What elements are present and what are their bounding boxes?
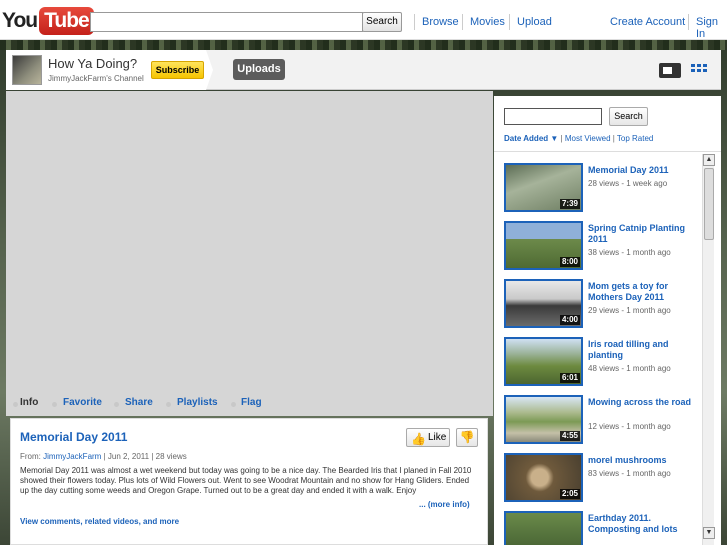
channel-search-input[interactable]	[504, 108, 602, 125]
video-player[interactable]	[6, 91, 493, 394]
video-tabs: Info Favorite Share Playlists Flag	[6, 394, 493, 416]
scrollbar[interactable]: ▲ ▼	[702, 154, 715, 545]
duration-badge: 8:00	[559, 257, 580, 267]
list-item[interactable]: 4:55 Mowing across the road 12 views - 1…	[504, 395, 699, 447]
masthead: You Tube Search Browse Movies Upload Cre…	[0, 0, 727, 40]
video-title-link[interactable]: Earthday 2011. Composting and lots	[588, 513, 698, 535]
list-item[interactable]: 8:00 Spring Catnip Planting 2011 38 view…	[504, 221, 699, 273]
nav-divider	[688, 14, 689, 30]
flag-tab-icon	[231, 402, 236, 407]
scroll-down-arrow-icon[interactable]: ▼	[703, 527, 715, 539]
player-view-icon[interactable]	[659, 63, 681, 78]
channel-subtitle: JimmyJackFarm's Channel	[48, 74, 144, 83]
channel-header: How Ya Doing? JimmyJackFarm's Channel Su…	[6, 50, 721, 90]
list-item[interactable]: 2:05 morel mushrooms 83 views - 1 month …	[504, 453, 699, 505]
duration-badge: 6:01	[559, 373, 580, 383]
thumbs-down-icon: 👎	[459, 430, 475, 444]
video-thumbnail[interactable]: 4:00	[504, 279, 583, 328]
video-thumbnail[interactable]: 2:05	[504, 453, 583, 502]
like-button[interactable]: 👍 Like	[406, 428, 450, 447]
uploads-button[interactable]: Uploads	[233, 59, 285, 80]
video-meta: 12 views - 1 month ago	[588, 422, 671, 431]
list-item[interactable]: 4:00 Mom gets a toy for Mothers Day 2011…	[504, 279, 699, 331]
tab-flag[interactable]: Flag	[241, 397, 262, 408]
nav-divider	[414, 14, 415, 30]
playlists-tab-icon	[166, 402, 171, 407]
search-input[interactable]	[90, 12, 363, 32]
sort-options: Date Added ▼ | Most Viewed | Top Rated	[504, 134, 654, 143]
video-description: Memorial Day 2011 was almost a wet weeke…	[20, 466, 472, 495]
list-item[interactable]: 7:39 Memorial Day 2011 28 views - 1 week…	[504, 163, 699, 215]
video-thumbnail[interactable]: 7:39	[504, 163, 583, 212]
dislike-button[interactable]: 👎	[456, 428, 478, 447]
tab-playlists[interactable]: Playlists	[177, 397, 218, 408]
nav-movies[interactable]: Movies	[470, 16, 505, 28]
uploader-link[interactable]: JimmyJackFarm	[43, 452, 101, 461]
duration-badge: 2:05	[559, 489, 580, 499]
channel-search-button[interactable]: Search	[609, 107, 648, 126]
video-thumbnail[interactable]: 4:55	[504, 395, 583, 444]
video-title-link[interactable]: Mom gets a toy for Mothers Day 2011	[588, 281, 698, 303]
nav-upload[interactable]: Upload	[517, 16, 552, 28]
chevron-down-icon[interactable]: ▼	[550, 134, 558, 143]
duration-badge: 4:55	[559, 431, 580, 441]
sort-most-viewed[interactable]: Most Viewed	[565, 134, 611, 143]
video-title-link[interactable]: morel mushrooms	[588, 455, 698, 466]
thumbs-up-icon: 👍	[411, 432, 426, 446]
logo-tube: Tube	[39, 7, 94, 35]
nav-divider	[509, 14, 510, 30]
favorite-tab-icon	[52, 402, 57, 407]
video-info-panel: Memorial Day 2011 👍 Like 👎 From: JimmyJa…	[10, 418, 488, 545]
tab-share[interactable]: Share	[125, 397, 153, 408]
info-tab-icon	[13, 402, 18, 407]
video-meta: 29 views - 1 month ago	[588, 306, 671, 315]
create-account-link[interactable]: Create Account	[610, 16, 685, 28]
video-title-link[interactable]: Spring Catnip Planting 2011	[588, 223, 698, 245]
divider	[494, 151, 721, 152]
tab-favorite[interactable]: Favorite	[63, 397, 102, 408]
video-title: Memorial Day 2011	[20, 430, 128, 444]
channel-title[interactable]: How Ya Doing?	[48, 56, 137, 71]
sort-top-rated[interactable]: Top Rated	[617, 134, 653, 143]
view-comments-link[interactable]: View comments, related videos, and more	[20, 517, 179, 526]
video-thumbnail[interactable]: 8:00	[504, 221, 583, 270]
tab-info[interactable]: Info	[20, 397, 38, 408]
uploads-sidebar: Search Date Added ▼ | Most Viewed | Top …	[494, 96, 721, 545]
youtube-logo[interactable]: You Tube	[2, 6, 94, 36]
list-item[interactable]: Earthday 2011. Composting and lots	[504, 511, 699, 545]
sort-date-added[interactable]: Date Added	[504, 134, 548, 143]
search-button[interactable]: Search	[362, 12, 402, 32]
video-title-link[interactable]: Mowing across the road	[588, 397, 698, 408]
subscribe-button[interactable]: Subscribe	[151, 61, 204, 79]
video-thumbnail[interactable]	[504, 511, 583, 545]
video-list: 7:39 Memorial Day 2011 28 views - 1 week…	[494, 154, 699, 545]
video-meta: 83 views - 1 month ago	[588, 469, 671, 478]
scroll-up-arrow-icon[interactable]: ▲	[703, 154, 715, 166]
logo-you: You	[2, 9, 38, 32]
scroll-thumb[interactable]	[704, 168, 714, 240]
share-tab-icon	[114, 402, 119, 407]
video-meta: 38 views - 1 month ago	[588, 248, 671, 257]
nav-divider	[462, 14, 463, 30]
video-meta: 48 views - 1 month ago	[588, 364, 671, 373]
video-meta: From: JimmyJackFarm | Jun 2, 2011 | 28 v…	[20, 452, 187, 461]
duration-badge: 7:39	[559, 199, 580, 209]
from-label: From:	[20, 452, 41, 461]
like-label: Like	[428, 432, 447, 443]
sign-in-link[interactable]: Sign In	[696, 16, 727, 40]
grid-view-icon[interactable]	[691, 64, 707, 76]
video-title-link[interactable]: Memorial Day 2011	[588, 165, 698, 176]
channel-tab[interactable]: How Ya Doing? JimmyJackFarm's Channel Su…	[6, 50, 213, 90]
upload-date-views: | Jun 2, 2011 | 28 views	[103, 452, 187, 461]
video-title-link[interactable]: Iris road tilling and planting	[588, 339, 698, 361]
video-meta: 28 views - 1 week ago	[588, 179, 668, 188]
more-info-link[interactable]: ... (more info)	[419, 500, 470, 509]
duration-badge: 4:00	[559, 315, 580, 325]
list-item[interactable]: 6:01 Iris road tilling and planting 48 v…	[504, 337, 699, 389]
video-thumbnail[interactable]: 6:01	[504, 337, 583, 386]
nav-browse[interactable]: Browse	[422, 16, 459, 28]
avatar[interactable]	[12, 55, 42, 85]
